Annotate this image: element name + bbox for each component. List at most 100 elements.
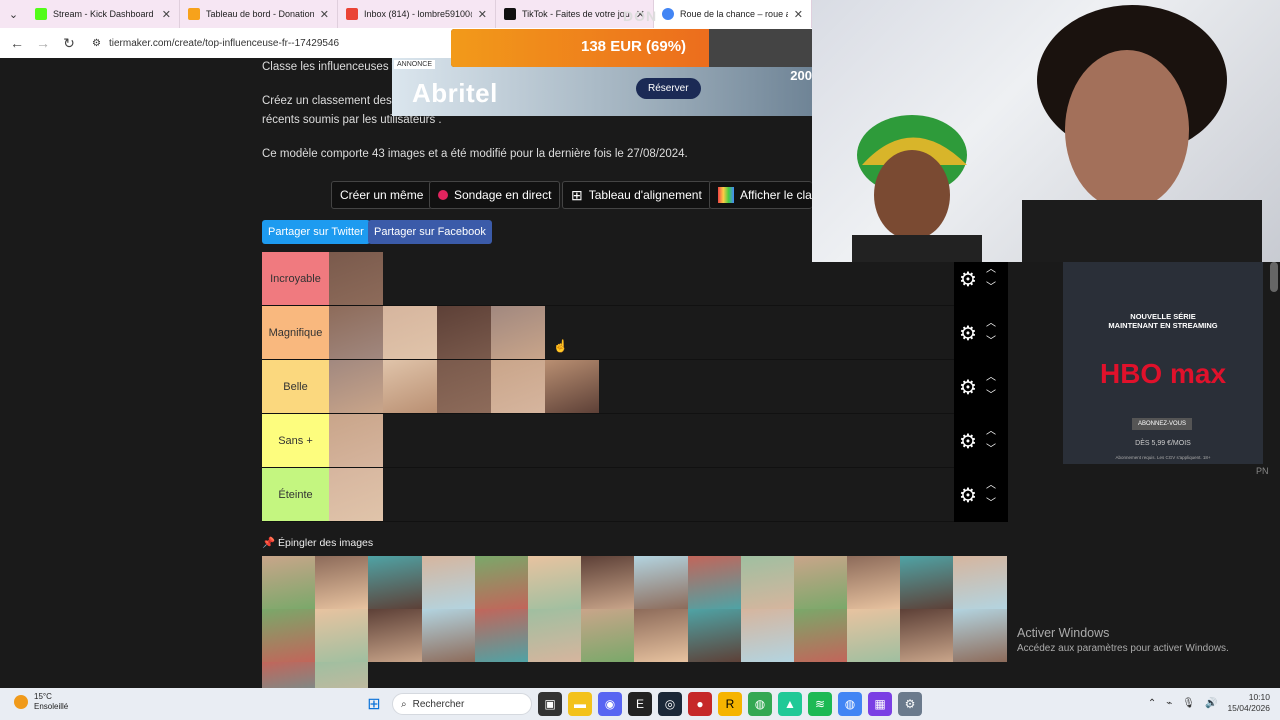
pool-image[interactable]: [687, 609, 741, 662]
microphone-icon[interactable]: 🎙: [1182, 698, 1195, 709]
pool-image[interactable]: [581, 556, 635, 609]
tray-chevron-icon[interactable]: ⌃: [1148, 698, 1156, 709]
show-ranking-button[interactable]: Afficher le class: [709, 181, 812, 209]
address-bar[interactable]: ⚙ tiermaker.com/create/top-influenceuse-…: [92, 38, 339, 49]
steam-icon[interactable]: ◎: [658, 692, 682, 716]
gear-icon[interactable]: ⚙: [954, 429, 982, 454]
page-scrollbar[interactable]: [1270, 262, 1278, 292]
back-icon[interactable]: ←: [6, 32, 28, 54]
close-icon[interactable]: ✕: [478, 8, 487, 21]
pool-image[interactable]: [474, 556, 528, 609]
close-icon[interactable]: ✕: [320, 8, 329, 21]
hbo-ad[interactable]: NOUVELLE SÉRIE MAINTENANT EN STREAMING H…: [1063, 262, 1263, 464]
tier-label[interactable]: Magnifique: [262, 306, 329, 359]
tier-image[interactable]: [329, 468, 383, 521]
volume-icon[interactable]: 🔊: [1205, 698, 1217, 709]
chrome-icon[interactable]: ◍: [748, 692, 772, 716]
pool-image[interactable]: [527, 556, 582, 609]
pool-image[interactable]: [847, 609, 901, 662]
alignment-chart-button[interactable]: ⊞ Tableau d'alignement: [562, 181, 711, 209]
chevron-up-icon[interactable]: ︿: [986, 369, 996, 387]
taskbar-clock[interactable]: 10:10 15/04/2026: [1227, 692, 1270, 714]
gear-icon[interactable]: ⚙: [954, 321, 982, 346]
pool-image[interactable]: [740, 556, 794, 609]
chevron-down-icon[interactable]: ﹀: [986, 387, 996, 405]
live-poll-button[interactable]: Sondage en direct: [429, 181, 561, 209]
pool-image[interactable]: [474, 609, 528, 662]
tab-wheel[interactable]: Roue de la chance – roue aléat ✕: [654, 0, 812, 28]
task-view-icon[interactable]: ▣: [538, 692, 562, 716]
pool-image[interactable]: [793, 609, 848, 662]
share-facebook-button[interactable]: Partager sur Facebook: [368, 220, 492, 244]
tier-label[interactable]: Sans +: [262, 414, 329, 467]
subscribe-button[interactable]: ABONNEZ-VOUS: [1132, 418, 1193, 430]
tier-image[interactable]: [491, 360, 545, 413]
chevron-up-icon[interactable]: ︿: [986, 423, 996, 441]
weather-widget[interactable]: 15°C Ensoleillé: [14, 692, 68, 712]
pool-image[interactable]: [900, 556, 954, 609]
tab-gmail[interactable]: Inbox (814) - lombre59100@gm ✕: [338, 0, 496, 28]
network-icon[interactable]: ⌁: [1166, 698, 1172, 709]
pool-image[interactable]: [634, 609, 688, 662]
close-icon[interactable]: ✕: [162, 8, 171, 21]
tier-label[interactable]: Éteinte: [262, 468, 329, 521]
create-meme-button[interactable]: Créer un même: [331, 181, 433, 209]
pool-image[interactable]: [368, 609, 422, 662]
chevron-down-icon[interactable]: ﹀: [986, 441, 996, 459]
chevron-down-icon[interactable]: ﹀: [986, 279, 996, 297]
app-green-icon[interactable]: ▲: [778, 692, 802, 716]
rockstar-icon[interactable]: R: [718, 692, 742, 716]
tier-image[interactable]: [329, 414, 383, 467]
tier-image[interactable]: [437, 360, 491, 413]
tier-image[interactable]: [383, 306, 437, 359]
pool-image[interactable]: [368, 556, 422, 609]
pool-image[interactable]: [953, 556, 1007, 609]
pool-image[interactable]: [581, 609, 635, 662]
close-icon[interactable]: ✕: [794, 8, 803, 21]
settings-icon[interactable]: ⚙: [898, 692, 922, 716]
chevron-up-icon[interactable]: ︿: [986, 315, 996, 333]
tier-image[interactable]: [329, 252, 383, 305]
taskbar-search[interactable]: ⌕ Rechercher: [392, 693, 532, 715]
gear-icon[interactable]: ⚙: [954, 267, 982, 292]
pool-image[interactable]: [527, 609, 582, 662]
tier-image[interactable]: [329, 360, 383, 413]
chevron-up-icon[interactable]: ︿: [986, 261, 996, 279]
pool-image[interactable]: [315, 609, 369, 662]
tier-image[interactable]: [437, 306, 491, 359]
epic-games-icon[interactable]: E: [628, 692, 652, 716]
pool-image[interactable]: [315, 556, 369, 609]
tier-label[interactable]: Belle: [262, 360, 329, 413]
tier-label[interactable]: Incroyable: [262, 252, 329, 305]
pool-image[interactable]: [262, 609, 316, 662]
tier-image[interactable]: [491, 306, 545, 359]
pool-image[interactable]: [953, 609, 1007, 662]
pool-image[interactable]: [421, 609, 475, 662]
calculator-icon[interactable]: ▦: [868, 692, 892, 716]
chevron-up-icon[interactable]: ︿: [986, 477, 996, 495]
chevron-down-icon[interactable]: ﹀: [986, 333, 996, 351]
share-twitter-button[interactable]: Partager sur Twitter: [262, 220, 370, 244]
chrome-active-icon[interactable]: ◍: [838, 692, 862, 716]
discord-icon[interactable]: ◉: [598, 692, 622, 716]
forward-icon[interactable]: →: [32, 32, 54, 54]
pool-image[interactable]: [793, 556, 848, 609]
chevron-down-icon[interactable]: ﹀: [986, 495, 996, 513]
windows-start-icon[interactable]: ⊞: [362, 692, 386, 716]
gear-icon[interactable]: ⚙: [954, 375, 982, 400]
pool-image[interactable]: [634, 556, 688, 609]
pool-image[interactable]: [900, 609, 954, 662]
site-info-icon[interactable]: ⚙: [92, 38, 101, 49]
pool-image[interactable]: [740, 609, 794, 662]
reload-icon[interactable]: ↻: [58, 32, 80, 54]
tier-image[interactable]: [383, 360, 437, 413]
app-red-icon[interactable]: ●: [688, 692, 712, 716]
tab-kick[interactable]: Stream - Kick Dashboard ✕: [27, 0, 180, 28]
tier-image[interactable]: [329, 306, 383, 359]
file-explorer-icon[interactable]: ▬: [568, 692, 592, 716]
reserve-button[interactable]: Réserver: [636, 78, 701, 99]
pool-image[interactable]: [421, 556, 475, 609]
gear-icon[interactable]: ⚙: [954, 483, 982, 508]
pool-image[interactable]: [847, 556, 901, 609]
tab-donationalerts[interactable]: Tableau de bord - DonationAlerts ✕: [180, 0, 338, 28]
